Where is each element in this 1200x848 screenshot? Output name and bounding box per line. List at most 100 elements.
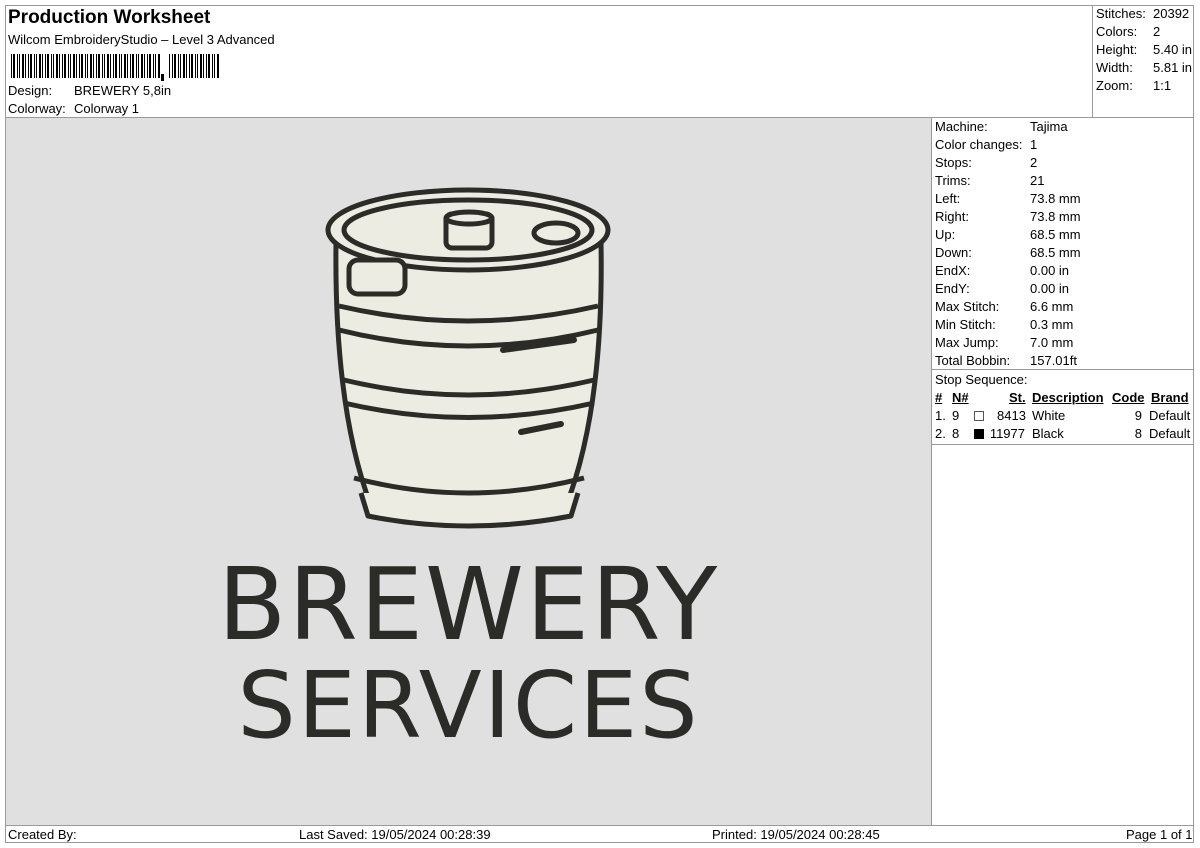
design-value: BREWERY 5,8in: [74, 83, 172, 98]
colorway-row: Colorway: Colorway 1: [8, 101, 139, 116]
row-index: 2.: [935, 426, 946, 441]
summary-panel: Stitches: 20392 Colors: 2 Height: 5.40 in W…: [1092, 5, 1194, 117]
table-row: 2. 8 11977 Black 8 Default: [932, 426, 1194, 444]
row-index: 1.: [935, 408, 946, 423]
info-row: Trims: 21: [935, 173, 1044, 188]
info-value: 68.5 mm: [1030, 227, 1081, 242]
color-swatch: [974, 429, 984, 439]
row-description: Black: [1032, 426, 1064, 441]
info-label: EndY:: [935, 281, 970, 296]
info-row: Stops: 2: [935, 155, 1037, 170]
design-preview: BREWERY SERVICES: [6, 118, 931, 825]
design-label: Design:: [8, 83, 53, 98]
info-value: 73.8 mm: [1030, 191, 1081, 206]
col-needle: N#: [952, 390, 969, 405]
row-stitches: 11977: [989, 426, 1025, 441]
keg-opening: [531, 220, 581, 246]
info-value: 6.6 mm: [1030, 299, 1074, 314]
summary-value: 20392: [1153, 6, 1190, 21]
col-brand: Brand: [1151, 390, 1189, 405]
info-value: 68.5 mm: [1030, 245, 1081, 260]
page-number: Page 1 of 1: [1126, 827, 1193, 842]
design-text-line2: SERVICES: [237, 652, 700, 759]
footer-divider: [5, 825, 1194, 826]
keg-illustration: [325, 187, 611, 529]
panel-divider: [932, 369, 1194, 370]
keg-handle: [346, 257, 408, 297]
info-row: Total Bobbin: 157.01ft: [935, 353, 1077, 368]
col-stitches: St.: [1009, 390, 1026, 405]
row-code: 9: [1134, 408, 1142, 423]
info-label: EndX:: [935, 263, 971, 278]
keg-skirt: [358, 492, 581, 529]
info-label: Total Bobbin:: [935, 353, 1011, 368]
design-row: Design: BREWERY 5,8in: [8, 83, 171, 98]
table-divider: [932, 444, 1194, 445]
barcode: [11, 54, 219, 81]
summary-value: 2: [1153, 24, 1161, 39]
stop-sequence-header: # N# St. Description Code Brand: [932, 390, 1194, 408]
info-row: Up: 68.5 mm: [935, 227, 1081, 242]
summary-label: Stitches:: [1096, 6, 1146, 21]
info-value: 0.00 in: [1030, 281, 1070, 296]
info-label: Min Stitch:: [935, 317, 996, 332]
info-label: Down:: [935, 245, 972, 260]
summary-row: Width: 5.81 in: [1096, 60, 1192, 75]
info-label: Up:: [935, 227, 956, 242]
printed-date: Printed: 19/05/2024 00:28:45: [712, 827, 880, 842]
info-label: Machine:: [935, 119, 988, 134]
info-label: Max Jump:: [935, 335, 999, 350]
summary-label: Height:: [1096, 42, 1138, 57]
summary-row: Colors: 2: [1096, 24, 1160, 39]
info-label: Right:: [935, 209, 969, 224]
info-label: Stops:: [935, 155, 972, 170]
info-row: Down: 68.5 mm: [935, 245, 1081, 260]
info-value: 1: [1030, 137, 1038, 152]
info-label: Color changes:: [935, 137, 1023, 152]
worksheet-header: Production Worksheet Wilcom EmbroiderySt…: [5, 5, 1092, 117]
created-by: Created By:: [8, 827, 77, 842]
info-value: 21: [1030, 173, 1045, 188]
info-value: 157.01ft: [1030, 353, 1077, 368]
summary-label: Colors:: [1096, 24, 1138, 39]
table-row: 1. 9 8413 White 9 Default: [932, 408, 1194, 426]
info-row: Machine: Tajima: [935, 119, 1068, 134]
row-needle: 9: [952, 408, 960, 423]
colorway-label: Colorway:: [8, 101, 66, 116]
info-row: Max Stitch: 6.6 mm: [935, 299, 1073, 314]
info-row: Min Stitch: 0.3 mm: [935, 317, 1073, 332]
summary-value: 5.40 in: [1153, 42, 1193, 57]
summary-row: Height: 5.40 in: [1096, 42, 1192, 57]
stop-sequence-title: Stop Sequence:: [935, 372, 1028, 387]
info-row: Right: 73.8 mm: [935, 209, 1081, 224]
page-title: Production Worksheet: [8, 7, 211, 28]
col-index: #: [935, 390, 943, 405]
colorway-value: Colorway 1: [74, 101, 140, 116]
row-brand: Default: [1149, 408, 1191, 423]
row-stitches: 8413: [997, 408, 1026, 423]
info-label: Max Stitch:: [935, 299, 1000, 314]
info-label: Trims:: [935, 173, 971, 188]
summary-value: 5.81 in: [1153, 60, 1193, 75]
info-row: Color changes: 1: [935, 137, 1037, 152]
col-code: Code: [1112, 390, 1145, 405]
summary-row: Stitches: 20392: [1096, 6, 1189, 21]
info-row: EndY: 0.00 in: [935, 281, 1069, 296]
col-description: Description: [1032, 390, 1104, 405]
info-value: 73.8 mm: [1030, 209, 1081, 224]
info-value: 7.0 mm: [1030, 335, 1074, 350]
info-row: Left: 73.8 mm: [935, 191, 1081, 206]
info-row: EndX: 0.00 in: [935, 263, 1069, 278]
info-value: Tajima: [1030, 119, 1068, 134]
design-text-line1: BREWERY: [217, 546, 720, 663]
row-needle: 8: [952, 426, 960, 441]
info-row: Max Jump: 7.0 mm: [935, 335, 1073, 350]
software-name: Wilcom EmbroideryStudio – Level 3 Advanc…: [8, 32, 275, 47]
row-code: 8: [1134, 426, 1142, 441]
row-description: White: [1032, 408, 1066, 423]
color-swatch: [974, 411, 984, 421]
last-saved: Last Saved: 19/05/2024 00:28:39: [299, 827, 491, 842]
summary-row: Zoom: 1:1: [1096, 78, 1171, 93]
summary-label: Width:: [1096, 60, 1133, 75]
row-brand: Default: [1149, 426, 1191, 441]
